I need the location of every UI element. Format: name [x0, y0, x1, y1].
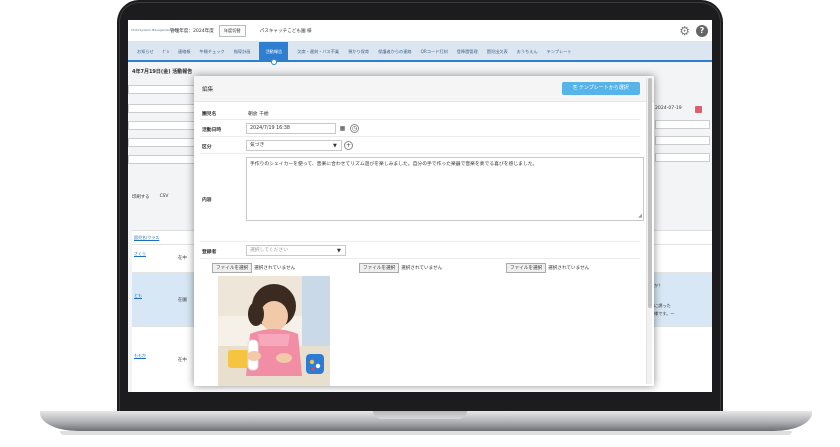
calendar-icon[interactable]: ▦	[338, 124, 347, 133]
template-select-button[interactable]: ⎘ テンプレートから選択	[562, 82, 640, 95]
nav-item-contact-book[interactable]: 連絡帳	[169, 42, 191, 60]
child-value: 朝倉 千絵	[248, 112, 269, 117]
bg-input[interactable]	[655, 136, 710, 145]
app-header: Child System Management Web 管理年度：2024年度 …	[128, 20, 712, 42]
nav-item-plan[interactable]: 指導計画	[225, 42, 251, 60]
row-category: 在園	[178, 298, 187, 303]
file-input-3: ファイルを選択 選択されていません	[506, 263, 589, 273]
content-label: 内容	[202, 198, 212, 203]
bg-date-value: 2024-07-19	[655, 106, 682, 111]
resize-handle[interactable]: ◢	[638, 214, 642, 219]
file-select-button[interactable]: ファイルを選択	[359, 263, 400, 273]
clock-icon[interactable]: ◷	[350, 124, 359, 133]
nav-item-1[interactable]: ｹﾞﾙ	[154, 42, 169, 60]
template-icon: ⎘	[573, 85, 578, 91]
print-button[interactable]: 印刷する	[132, 194, 150, 200]
screen: Child System Management Web 管理年度：2024年度 …	[128, 20, 712, 392]
registrant-label: 登録者	[202, 250, 217, 255]
category-row: 区分 気づき ▼ +	[200, 138, 640, 154]
bg-input[interactable]	[655, 153, 710, 162]
nav-item-qr[interactable]: QRコード打刻	[412, 42, 448, 60]
modal-header: 編集 ⎘ テンプレートから選択	[194, 76, 654, 102]
row-category: 在中	[178, 358, 187, 363]
child-link[interactable]: さくら	[134, 251, 146, 256]
content-textarea[interactable]: 手作りのシェイカーを使って、音楽に合わせてリズム遊びを楽しみました。自分の手で作…	[246, 157, 644, 221]
nav-item-news[interactable]: お知らせ	[128, 42, 154, 60]
category-select[interactable]: 気づき	[246, 140, 342, 151]
nursery-name: パスキャッチこども園 様	[259, 28, 312, 34]
template-button-label: テンプレートから選択	[578, 85, 629, 91]
registrant-select[interactable]: 選択してください	[246, 245, 346, 256]
table-header-cell[interactable]: 園児名/クラス	[134, 235, 159, 240]
help-icon[interactable]: ?	[696, 25, 708, 37]
nav-item-absence[interactable]: 欠席・遅刻・バス不乗	[288, 42, 339, 60]
modal-scrollbar[interactable]	[646, 78, 652, 384]
child-row: 園児名 朝倉 千絵	[200, 106, 640, 120]
nav-item-attendance-mgmt[interactable]: 登降園管理	[448, 42, 478, 60]
content-text: 手作りのシェイカーを使って、音楽に合わせてリズム遊びを楽しみました。自分の手で作…	[250, 162, 538, 167]
activity-photo	[218, 276, 330, 386]
page-title: 4年7月19日(金) 活動報告	[132, 69, 193, 75]
nav-item-activity-report[interactable]: 活動報告	[259, 42, 289, 65]
file-select-button[interactable]: ファイルを選択	[506, 263, 547, 273]
bg-actions: 印刷する CSV	[132, 194, 168, 200]
file-status: 選択されていません	[254, 266, 296, 271]
gear-icon[interactable]: ⚙	[679, 25, 690, 37]
laptop-shadow	[60, 431, 792, 435]
nav-item-extended-care[interactable]: 預かり保育	[339, 42, 369, 60]
bg-field[interactable]	[128, 121, 198, 130]
add-icon[interactable]: +	[344, 141, 353, 150]
edit-modal: 編集 ⎘ テンプレートから選択 園児名 朝倉 千絵 活動日時 2024/7/19…	[194, 76, 654, 386]
category-label: 区分	[202, 145, 212, 150]
chevron-down-icon: ▼	[337, 248, 341, 254]
bg-input[interactable]	[655, 120, 710, 129]
bg-field[interactable]	[128, 85, 198, 94]
year-label: 管理年度：2024年度	[170, 28, 214, 34]
datetime-row: 活動日時 2024/7/19 16:38 ▦ ◷	[200, 121, 640, 137]
bg-field[interactable]	[128, 138, 198, 147]
file-status: 選択されていません	[548, 266, 590, 271]
datetime-label: 活動日時	[202, 128, 222, 133]
nav-item-ouchien[interactable]: おうちえん	[508, 42, 538, 60]
row-snippet: 様です。一	[654, 311, 675, 316]
file-select-button[interactable]: ファイルを選択	[212, 263, 253, 273]
bg-field[interactable]	[128, 155, 198, 164]
nav-item-nap-check[interactable]: 午睡チェック	[191, 42, 225, 60]
row-snippet: か？	[654, 283, 663, 288]
laptop-notch	[373, 411, 467, 419]
datetime-input[interactable]: 2024/7/19 16:38	[246, 123, 336, 134]
year-switch-button[interactable]: 年度切替	[218, 24, 246, 37]
header-icons: ⚙ ?	[679, 25, 708, 37]
child-link[interactable]: とも	[134, 293, 142, 298]
calendar-icon[interactable]	[695, 106, 702, 113]
child-link[interactable]: ももか	[134, 353, 146, 358]
registrant-row: 登録者 選択してください ▼	[200, 243, 640, 259]
row-snippet: に誘った	[654, 303, 671, 308]
child-label: 園児名	[202, 112, 217, 117]
nav-item-parent-messages[interactable]: 保護者からの連絡	[369, 42, 412, 60]
scrollbar-thumb[interactable]	[648, 78, 652, 308]
modal-title: 編集	[202, 87, 214, 93]
bg-field[interactable]	[128, 104, 198, 113]
main-nav: お知らせ ｹﾞﾙ 連絡帳 午睡チェック 指導計画 活動報告 欠席・遅刻・バス不乗…	[128, 42, 712, 65]
file-status: 選択されていません	[401, 266, 443, 271]
nav-item-template[interactable]: テンプレート	[538, 42, 572, 60]
chevron-down-icon: ▼	[333, 143, 337, 149]
app-logo: Child System Management Web	[131, 27, 179, 32]
file-input-1: ファイルを選択 選択されていません	[212, 263, 295, 273]
csv-button[interactable]: CSV	[160, 194, 169, 200]
file-input-2: ファイルを選択 選択されていません	[359, 263, 442, 273]
row-category: 在中	[178, 256, 187, 261]
nav-item-attendance-table[interactable]: 園児出欠表	[478, 42, 508, 60]
